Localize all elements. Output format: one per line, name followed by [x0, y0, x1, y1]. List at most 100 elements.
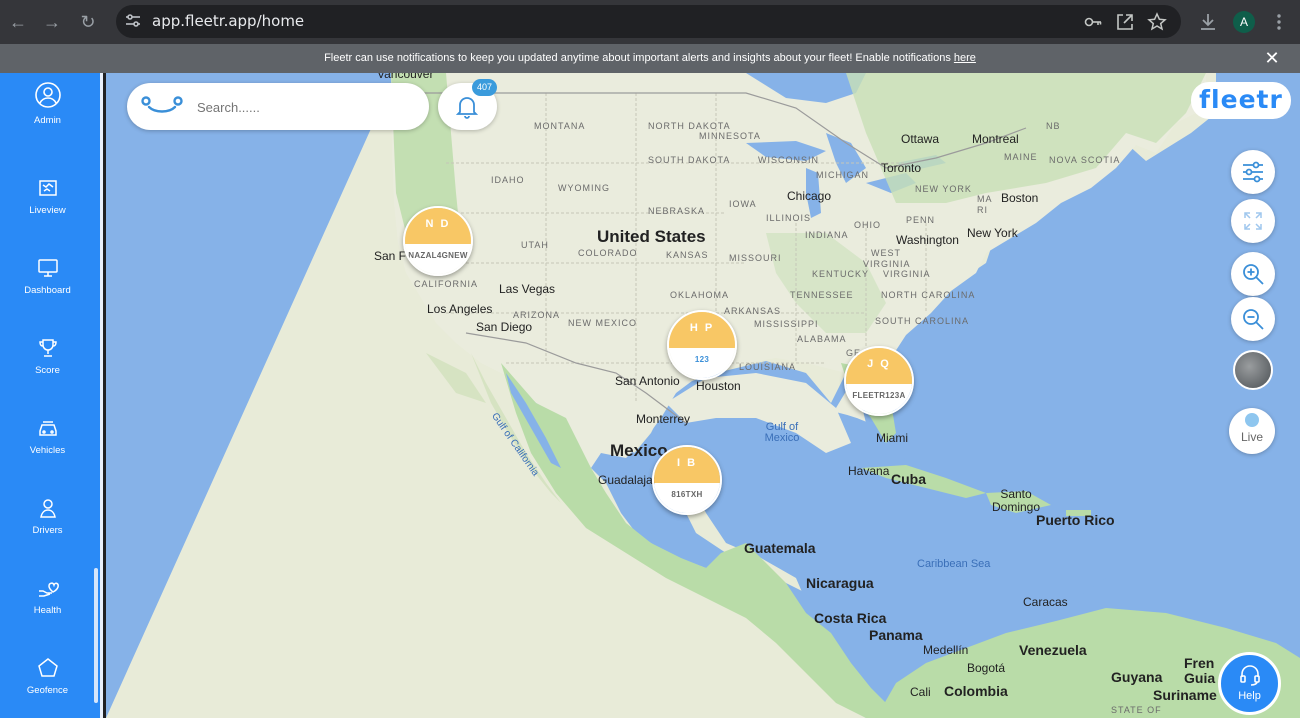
sidebar-scrollbar[interactable] — [94, 568, 98, 703]
sidebar-item-score[interactable]: Score — [0, 337, 95, 376]
map-background — [106, 73, 1300, 718]
forward-arrow-icon[interactable]: → — [40, 10, 64, 34]
fullscreen-button[interactable] — [1231, 199, 1275, 243]
search-bar — [127, 83, 429, 130]
help-button[interactable]: Help — [1218, 652, 1281, 715]
close-icon[interactable]: ✕ — [1264, 49, 1280, 67]
map-label: CALIFORNIA — [414, 279, 479, 289]
vehicle-plate: 816TXH — [654, 483, 720, 513]
map-label: Suriname — [1153, 687, 1217, 703]
zoom-out-icon — [1243, 309, 1264, 330]
map-label: Los Angeles — [427, 302, 493, 316]
map-label: Panama — [869, 627, 923, 643]
map-label: Cali — [910, 685, 931, 699]
more-menu-icon[interactable] — [1267, 10, 1291, 34]
sidebar-item-label: Score — [35, 365, 60, 376]
sidebar-item-liveview[interactable]: Liveview — [0, 177, 95, 216]
map-label: WYOMING — [558, 183, 610, 193]
address-bar[interactable]: app.fleetr.app/home — [116, 5, 1181, 38]
map-label: Washington — [896, 233, 959, 247]
brand-logo: fleetr — [1191, 82, 1291, 119]
zoom-in-icon — [1243, 264, 1264, 285]
vehicle-marker[interactable]: I B 816TXH — [652, 445, 722, 515]
vehicle-marker[interactable]: N D NAZAL4GNEW — [403, 206, 473, 276]
map-label: NORTH DAKOTA — [648, 121, 731, 131]
site-settings-icon[interactable] — [124, 12, 142, 30]
password-key-icon[interactable] — [1083, 12, 1103, 32]
map-label: Miami — [876, 431, 908, 445]
sidebar-item-health[interactable]: Health — [0, 577, 95, 616]
map-label: NOVA SCOTIA — [1049, 155, 1121, 165]
map-label: Caracas — [1023, 595, 1068, 609]
sidebar-item-drivers[interactable]: Drivers — [0, 497, 95, 536]
profile-avatar[interactable]: A — [1233, 11, 1255, 33]
satellite-view-toggle[interactable] — [1233, 350, 1273, 390]
trophy-icon — [38, 339, 57, 357]
notification-text: Fleetr can use notifications to keep you… — [324, 52, 954, 64]
reload-icon[interactable]: ↻ — [76, 10, 100, 34]
map-label: NB — [1046, 121, 1061, 131]
person-icon — [39, 499, 56, 518]
map-label: COLORADO — [578, 248, 638, 258]
vehicle-marker[interactable]: H P 123 — [667, 310, 737, 380]
map-label: NEW MEXICO — [568, 318, 638, 328]
live-button[interactable]: Live — [1229, 408, 1275, 454]
map-label: VIRGINIA — [883, 269, 931, 279]
sidebar-item-label: Dashboard — [24, 285, 71, 296]
sidebar-item-vehicles[interactable]: Vehicles — [0, 417, 95, 456]
map-label: San F — [374, 249, 407, 263]
zoom-out-button[interactable] — [1231, 297, 1275, 341]
map-label: Chicago — [787, 189, 832, 203]
map-label: KENTUCKY — [812, 269, 870, 279]
map-label: Guatemala — [744, 540, 816, 556]
map-label: Costa Rica — [814, 610, 887, 626]
sidebar-item-label: Admin — [34, 115, 61, 126]
driver-initials: N D — [405, 208, 471, 245]
search-input[interactable] — [197, 97, 417, 117]
enable-notifications-link[interactable]: here — [954, 52, 976, 64]
sidebar-item-label: Geofence — [26, 685, 69, 696]
map-label: Montreal — [972, 132, 1019, 146]
map-label: Houston — [696, 379, 741, 393]
map-label: Nicaragua — [806, 575, 874, 591]
help-label: Help — [1238, 690, 1261, 702]
driver-initials: H P — [669, 312, 735, 349]
map-label: Monterrey — [636, 412, 691, 426]
map-label: UTAH — [521, 240, 549, 250]
vehicle-marker[interactable]: J Q FLEETR123A — [844, 346, 914, 416]
map-label: Las Vegas — [499, 282, 556, 296]
map-label: Medellín — [923, 643, 969, 657]
map-label: LOUISIANA — [739, 362, 797, 372]
map-label: Toronto — [881, 161, 922, 175]
open-in-app-icon[interactable] — [1115, 12, 1135, 32]
download-icon[interactable] — [1196, 10, 1220, 34]
headset-icon — [1240, 665, 1260, 686]
sidebar-item-label: Drivers — [32, 525, 63, 536]
map-label: IOWA — [729, 199, 757, 209]
bell-icon — [456, 97, 478, 119]
map-label: OHIO — [854, 220, 882, 230]
map-canvas[interactable]: Vancouver MONTANA NORTH DAKOTA MINNESOTA… — [106, 73, 1300, 718]
sidebar-item-dashboard[interactable]: Dashboard — [0, 257, 95, 296]
zoom-in-button[interactable] — [1231, 252, 1275, 296]
back-arrow-icon[interactable]: ← — [6, 10, 30, 34]
filter-button[interactable] — [1231, 150, 1275, 194]
notification-count-badge: 407 — [472, 79, 497, 96]
map-label: ARIZONA — [513, 310, 561, 320]
sidebar-item-admin[interactable]: Admin — [0, 81, 95, 126]
map-label: KANSAS — [666, 250, 709, 260]
map-label: VIRGINIA — [863, 259, 911, 269]
vehicle-plate: NAZAL4GNEW — [405, 244, 471, 274]
map-label: Bogotá — [967, 661, 1006, 675]
sidebar-item-geofence[interactable]: Geofence — [0, 657, 95, 696]
fleetr-logo-icon — [141, 96, 183, 113]
map-label: NEBRASKA — [648, 206, 706, 216]
map-label: MISSISSIPPI — [754, 319, 819, 329]
map-label: Boston — [1001, 191, 1039, 205]
map-label: ALABAMA — [797, 334, 847, 344]
bookmark-star-icon[interactable] — [1147, 12, 1167, 32]
map-label: Colombia — [944, 683, 1008, 699]
map-label: WEST — [871, 248, 901, 258]
map-label: MAINE — [1004, 152, 1038, 162]
map-label: SOUTH DAKOTA — [648, 155, 731, 165]
